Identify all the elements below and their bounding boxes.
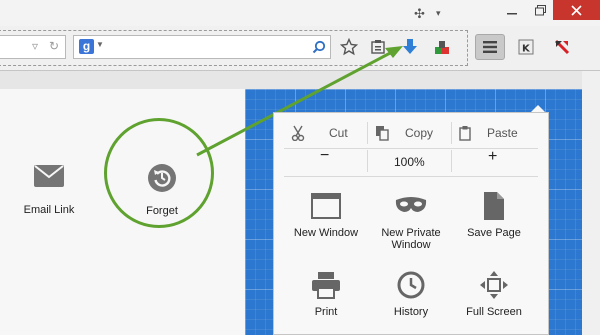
zoom-out-button[interactable]: − (320, 147, 329, 165)
zoom-separator (367, 150, 368, 172)
edit-separator (451, 122, 452, 144)
copy-label: Copy (405, 126, 434, 140)
window-icon (287, 189, 365, 223)
save-page-label: Save Page (467, 227, 521, 239)
document-icon (455, 189, 533, 223)
fullscreen-icon (455, 268, 533, 302)
print-button[interactable]: Print (287, 268, 365, 318)
save-page-button[interactable]: Save Page (455, 189, 533, 239)
history-label: History (393, 306, 429, 318)
zoom-level[interactable]: 100% (394, 155, 425, 169)
printer-icon (287, 268, 365, 302)
full-screen-label: Full Screen (466, 306, 522, 318)
scissors-icon (291, 125, 305, 141)
clock-icon (372, 268, 450, 302)
new-private-window-button[interactable]: New Private Window (372, 189, 450, 251)
full-screen-button[interactable]: Full Screen (455, 268, 533, 318)
zoom-in-button[interactable]: + (488, 148, 497, 166)
history-button[interactable]: History (372, 268, 450, 318)
new-window-button[interactable]: New Window (287, 189, 365, 239)
clipboard-icon (459, 126, 471, 141)
paste-label: Paste (487, 126, 518, 140)
zoom-separator (451, 150, 452, 172)
print-label: Print (314, 306, 338, 318)
new-window-label: New Window (293, 227, 359, 239)
paste-button[interactable]: Paste (459, 123, 518, 143)
cut-button[interactable]: Cut (291, 123, 348, 143)
cut-label: Cut (329, 126, 348, 140)
edit-separator (367, 122, 368, 144)
copy-button[interactable]: Copy (375, 123, 433, 143)
copy-icon (376, 126, 389, 141)
new-private-window-label: New Private Window (381, 227, 441, 251)
row-divider (284, 176, 538, 177)
mask-icon (372, 189, 450, 223)
